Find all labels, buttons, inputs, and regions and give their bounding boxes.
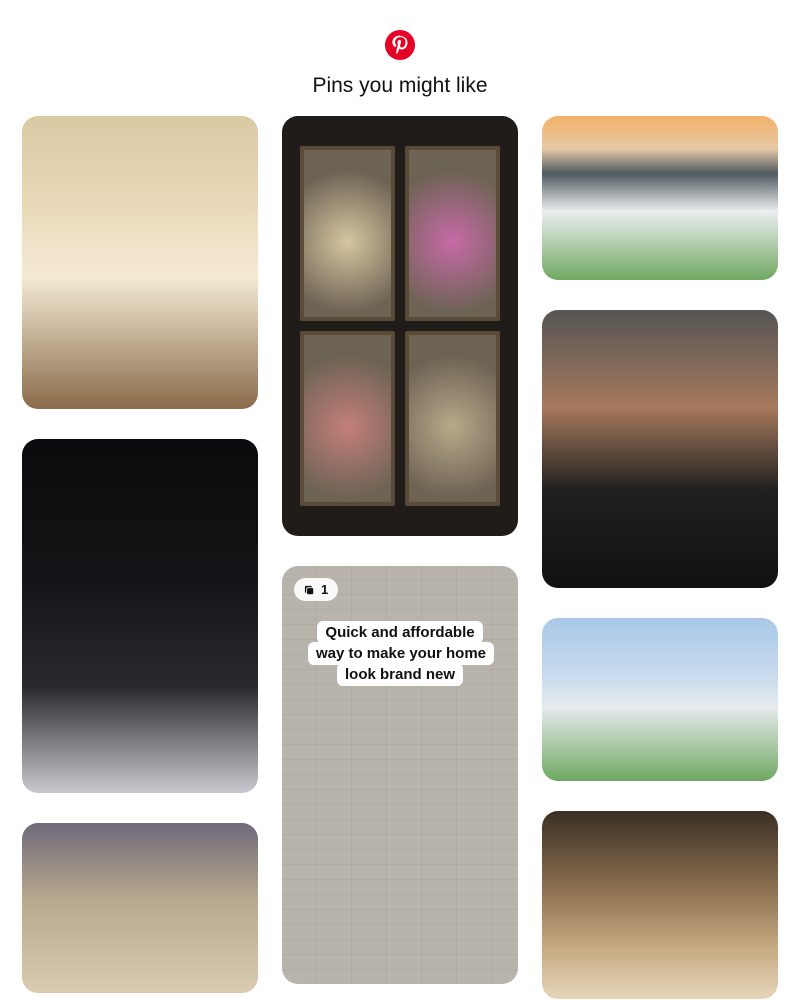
frame-cell: [300, 146, 395, 321]
pin-brick[interactable]: 1 Quick and affordable way to make your …: [282, 566, 518, 984]
pin-grid: 1 Quick and affordable way to make your …: [0, 116, 800, 999]
pin-house-sunset[interactable]: [542, 116, 778, 280]
page-title: Pins you might like: [312, 74, 487, 98]
pin-frames[interactable]: [282, 116, 518, 536]
frame-cell: [405, 331, 500, 506]
page-header: Pins you might like: [0, 0, 800, 116]
frame-cell: [300, 331, 395, 506]
pin-column: [542, 116, 778, 999]
pin-cozy[interactable]: [542, 811, 778, 999]
pin-column: [22, 116, 258, 999]
pin-runway[interactable]: [22, 439, 258, 793]
pinterest-logo-icon[interactable]: [385, 30, 415, 60]
pin-selfie[interactable]: [542, 310, 778, 588]
frames-art: [300, 146, 500, 506]
pin-caption: Quick and affordable way to make your ho…: [308, 622, 492, 685]
pin-atrium[interactable]: [22, 823, 258, 993]
collection-count-badge: 1: [294, 578, 338, 601]
pin-column: 1 Quick and affordable way to make your …: [282, 116, 518, 999]
frame-cell: [405, 146, 500, 321]
pin-house-white[interactable]: [542, 618, 778, 781]
stack-icon: [302, 583, 316, 597]
collection-count: 1: [321, 582, 328, 597]
pin-hat[interactable]: [22, 116, 258, 409]
